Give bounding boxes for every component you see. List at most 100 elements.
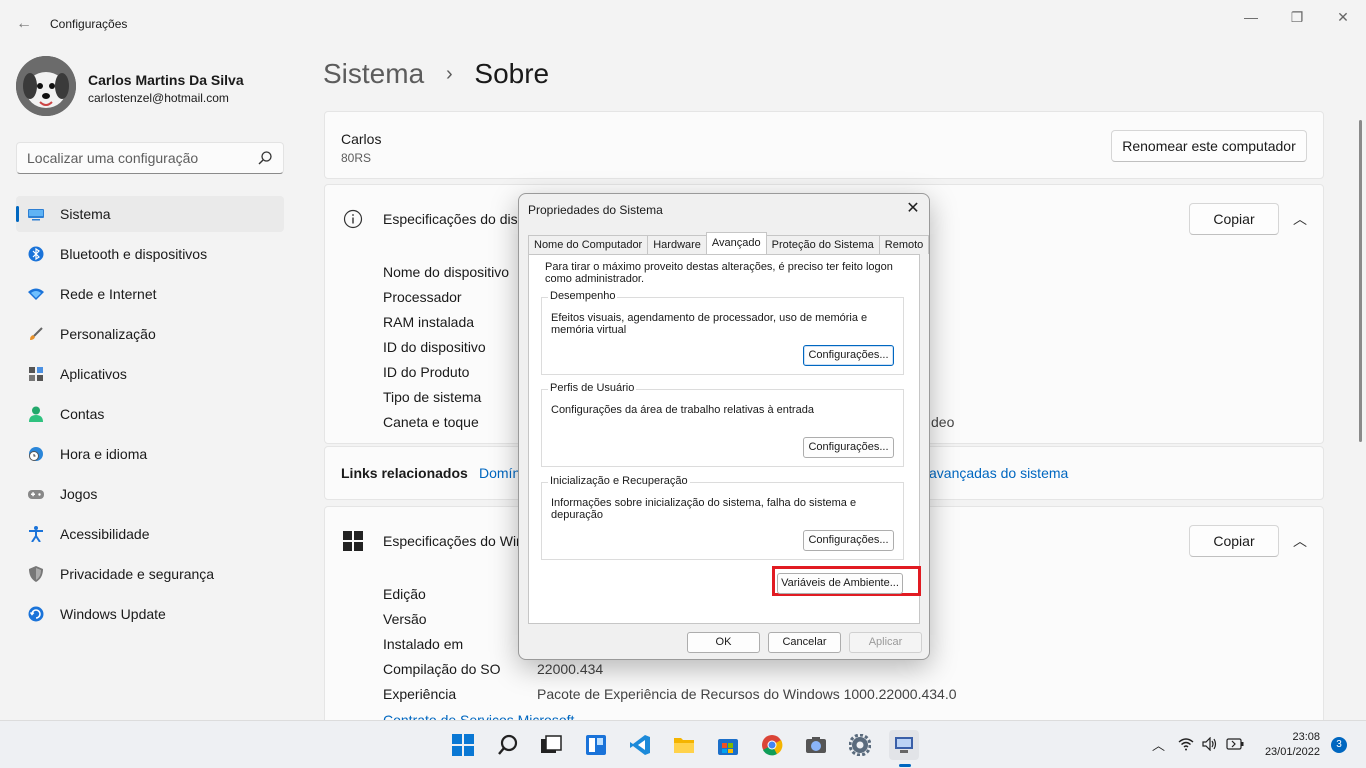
user-profile: Carlos Martins Da Silva carlostenzel@hot… <box>16 56 286 120</box>
title-bar: ← Configurações — ❐ ✕ <box>0 0 1366 48</box>
camera-icon[interactable] <box>801 730 831 760</box>
performance-settings-button[interactable]: Configurações... <box>803 345 894 366</box>
apps-icon <box>29 367 43 381</box>
tab-system-protection[interactable]: Proteção do Sistema <box>765 235 880 254</box>
update-icon <box>28 606 44 622</box>
ok-button[interactable]: OK <box>687 632 760 653</box>
tab-advanced[interactable]: Avançado <box>705 232 767 254</box>
sidebar-item-label: Sistema <box>60 206 111 222</box>
clock[interactable]: 23:08 23/01/2022 <box>1256 730 1320 760</box>
chevron-up-icon[interactable]: ︿ <box>1152 735 1165 754</box>
sidebar-item-privacidade[interactable]: Privacidade e segurança <box>16 556 284 592</box>
admin-note: Para tirar o máximo proveito destas alte… <box>545 261 893 285</box>
battery-icon[interactable] <box>1226 738 1244 750</box>
search-box <box>16 142 284 174</box>
spec-label: Processador <box>383 289 462 305</box>
tab-hardware[interactable]: Hardware <box>647 235 707 254</box>
copy-device-specs-button[interactable]: Copiar <box>1189 203 1279 235</box>
spec-label: Nome do dispositivo <box>383 264 510 280</box>
search-input[interactable] <box>17 143 247 173</box>
apply-button[interactable]: Aplicar <box>849 632 922 653</box>
widgets-icon[interactable] <box>581 730 611 760</box>
windows-start-icon[interactable] <box>448 730 478 760</box>
sidebar-nav: Sistema Bluetooth e dispositivos Rede e … <box>16 196 284 636</box>
spec-label: Edição <box>383 586 426 602</box>
chevron-up-icon[interactable]: ︿ <box>1293 531 1307 551</box>
task-view-icon[interactable] <box>536 730 566 760</box>
maximize-button[interactable]: ❐ <box>1274 6 1320 28</box>
close-icon[interactable]: ✕ <box>901 198 925 220</box>
computer-model: 80RS <box>341 151 372 165</box>
sidebar-item-label: Bluetooth e dispositivos <box>60 246 208 262</box>
group-title: Perfis de Usuário <box>548 382 637 394</box>
spec-label: Versão <box>383 611 427 627</box>
bluetooth-icon <box>28 246 44 262</box>
avatar[interactable] <box>16 56 76 116</box>
sidebar-item-rede[interactable]: Rede e Internet <box>16 276 284 312</box>
close-button[interactable]: ✕ <box>1320 6 1366 28</box>
notification-badge[interactable]: 3 <box>1331 737 1347 753</box>
sidebar-item-acessibilidade[interactable]: Acessibilidade <box>16 516 284 552</box>
user-profiles-settings-button[interactable]: Configurações... <box>803 437 894 458</box>
cancel-button[interactable]: Cancelar <box>768 632 841 653</box>
tab-remote[interactable]: Remoto <box>878 235 930 254</box>
file-explorer-icon[interactable] <box>669 730 699 760</box>
rename-computer-button[interactable]: Renomear este computador <box>1111 130 1307 162</box>
sidebar-item-bluetooth[interactable]: Bluetooth e dispositivos <box>16 236 284 272</box>
search-icon[interactable] <box>493 730 523 760</box>
sidebar-item-label: Privacidade e segurança <box>60 566 215 582</box>
startup-recovery-settings-button[interactable]: Configurações... <box>803 530 894 551</box>
breadcrumb: Sistema › Sobre <box>323 58 549 90</box>
search-icon[interactable] <box>257 150 273 166</box>
clock-date: 23/01/2022 <box>1264 746 1320 758</box>
sidebar-item-label: Personalização <box>60 326 156 342</box>
system-properties-dialog: Propriedades do Sistema ✕ Nome do Comput… <box>518 193 930 660</box>
copy-windows-specs-button[interactable]: Copiar <box>1189 525 1279 557</box>
sidebar-item-label: Rede e Internet <box>60 286 157 302</box>
spec-label: RAM instalada <box>383 314 475 330</box>
vscode-icon[interactable] <box>625 730 655 760</box>
sidebar-item-aplicativos[interactable]: Aplicativos <box>16 356 284 392</box>
sidebar-item-contas[interactable]: Contas <box>16 396 284 432</box>
app-title: Configurações <box>50 17 128 31</box>
sidebar-item-sistema[interactable]: Sistema <box>16 196 284 232</box>
chevron-right-icon: › <box>445 63 453 85</box>
chrome-icon[interactable] <box>757 730 787 760</box>
user-name: Carlos Martins Da Silva <box>88 72 244 88</box>
taskbar: ︿ 23:08 23/01/2022 3 <box>0 720 1366 768</box>
volume-icon[interactable] <box>1202 737 1218 751</box>
advanced-settings-link[interactable]: avançadas do sistema <box>929 465 1068 481</box>
sidebar-item-label: Acessibilidade <box>60 526 150 542</box>
sidebar-item-windows-update[interactable]: Windows Update <box>16 596 284 632</box>
sidebar-item-jogos[interactable]: Jogos <box>16 476 284 512</box>
page-title: Sobre <box>474 58 550 89</box>
sidebar-item-label: Windows Update <box>60 606 166 622</box>
performance-group: Desempenho Efeitos visuais, agendamento … <box>541 290 904 375</box>
spec-label: Caneta e toque <box>383 414 479 430</box>
environment-variables-button[interactable]: Variáveis de Ambiente... <box>777 573 903 594</box>
brush-icon <box>30 327 43 340</box>
clock-time: 23:08 <box>1292 731 1320 743</box>
minimize-button[interactable]: — <box>1228 6 1274 28</box>
spec-label: ID do Produto <box>383 364 470 380</box>
wifi-icon[interactable] <box>1178 737 1194 751</box>
back-arrow-icon[interactable]: ← <box>12 12 36 36</box>
wifi-icon <box>28 288 44 300</box>
person-icon <box>29 406 43 422</box>
sidebar-item-hora[interactable]: Hora e idioma <box>16 436 284 472</box>
chevron-up-icon[interactable]: ︿ <box>1293 209 1307 229</box>
scrollbar[interactable] <box>1359 120 1362 442</box>
accessibility-icon <box>29 526 43 542</box>
breadcrumb-parent[interactable]: Sistema <box>323 58 424 89</box>
computer-name: Carlos <box>341 131 382 147</box>
tab-computer-name[interactable]: Nome do Computador <box>528 235 649 254</box>
spec-label: ID do dispositivo <box>383 339 486 355</box>
domain-link[interactable]: Domín <box>479 465 520 481</box>
system-properties-icon[interactable] <box>889 730 919 760</box>
clock-globe-icon <box>29 447 43 461</box>
spec-label: Instalado em <box>383 636 464 652</box>
store-icon[interactable] <box>713 730 743 760</box>
settings-icon[interactable] <box>845 730 875 760</box>
group-desc: Configurações da área de trabalho relati… <box>551 404 814 416</box>
sidebar-item-personalizacao[interactable]: Personalização <box>16 316 284 352</box>
